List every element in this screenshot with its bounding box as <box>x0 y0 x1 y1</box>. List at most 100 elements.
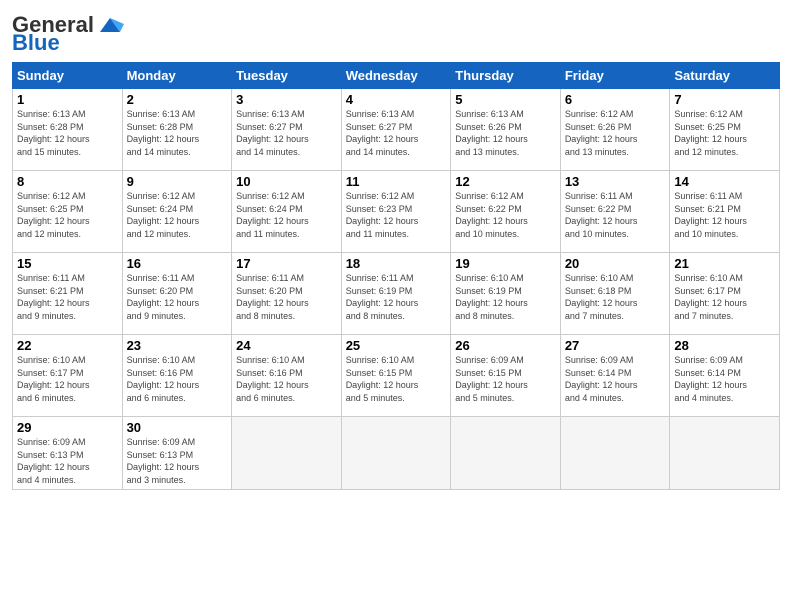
day-info: Sunrise: 6:09 AM Sunset: 6:14 PM Dayligh… <box>674 354 775 404</box>
calendar-cell: 1Sunrise: 6:13 AM Sunset: 6:28 PM Daylig… <box>13 89 123 171</box>
calendar-cell: 7Sunrise: 6:12 AM Sunset: 6:25 PM Daylig… <box>670 89 780 171</box>
day-header-saturday: Saturday <box>670 63 780 89</box>
day-number: 16 <box>127 256 228 271</box>
day-number: 25 <box>346 338 447 353</box>
calendar-cell: 8Sunrise: 6:12 AM Sunset: 6:25 PM Daylig… <box>13 171 123 253</box>
day-header-tuesday: Tuesday <box>232 63 342 89</box>
day-info: Sunrise: 6:09 AM Sunset: 6:13 PM Dayligh… <box>127 436 228 486</box>
day-info: Sunrise: 6:12 AM Sunset: 6:26 PM Dayligh… <box>565 108 666 158</box>
day-number: 1 <box>17 92 118 107</box>
calendar-cell: 29Sunrise: 6:09 AM Sunset: 6:13 PM Dayli… <box>13 417 123 490</box>
day-info: Sunrise: 6:11 AM Sunset: 6:20 PM Dayligh… <box>127 272 228 322</box>
logo-text-blue: Blue <box>12 32 60 54</box>
day-info: Sunrise: 6:10 AM Sunset: 6:17 PM Dayligh… <box>674 272 775 322</box>
calendar-cell <box>560 417 670 490</box>
calendar-cell: 12Sunrise: 6:12 AM Sunset: 6:22 PM Dayli… <box>451 171 561 253</box>
day-info: Sunrise: 6:12 AM Sunset: 6:23 PM Dayligh… <box>346 190 447 240</box>
day-info: Sunrise: 6:13 AM Sunset: 6:27 PM Dayligh… <box>236 108 337 158</box>
calendar-cell: 24Sunrise: 6:10 AM Sunset: 6:16 PM Dayli… <box>232 335 342 417</box>
day-number: 27 <box>565 338 666 353</box>
calendar-cell: 14Sunrise: 6:11 AM Sunset: 6:21 PM Dayli… <box>670 171 780 253</box>
calendar-cell: 20Sunrise: 6:10 AM Sunset: 6:18 PM Dayli… <box>560 253 670 335</box>
day-info: Sunrise: 6:11 AM Sunset: 6:20 PM Dayligh… <box>236 272 337 322</box>
calendar-cell: 23Sunrise: 6:10 AM Sunset: 6:16 PM Dayli… <box>122 335 232 417</box>
calendar-cell: 19Sunrise: 6:10 AM Sunset: 6:19 PM Dayli… <box>451 253 561 335</box>
day-info: Sunrise: 6:12 AM Sunset: 6:25 PM Dayligh… <box>17 190 118 240</box>
day-number: 9 <box>127 174 228 189</box>
day-header-thursday: Thursday <box>451 63 561 89</box>
day-number: 15 <box>17 256 118 271</box>
day-header-wednesday: Wednesday <box>341 63 451 89</box>
day-number: 30 <box>127 420 228 435</box>
day-header-sunday: Sunday <box>13 63 123 89</box>
calendar-cell <box>451 417 561 490</box>
day-info: Sunrise: 6:12 AM Sunset: 6:24 PM Dayligh… <box>127 190 228 240</box>
calendar-cell: 22Sunrise: 6:10 AM Sunset: 6:17 PM Dayli… <box>13 335 123 417</box>
calendar-week-3: 15Sunrise: 6:11 AM Sunset: 6:21 PM Dayli… <box>13 253 780 335</box>
day-info: Sunrise: 6:09 AM Sunset: 6:15 PM Dayligh… <box>455 354 556 404</box>
calendar-cell: 9Sunrise: 6:12 AM Sunset: 6:24 PM Daylig… <box>122 171 232 253</box>
calendar-cell: 21Sunrise: 6:10 AM Sunset: 6:17 PM Dayli… <box>670 253 780 335</box>
calendar-week-5: 29Sunrise: 6:09 AM Sunset: 6:13 PM Dayli… <box>13 417 780 490</box>
day-number: 13 <box>565 174 666 189</box>
day-number: 12 <box>455 174 556 189</box>
calendar-cell: 18Sunrise: 6:11 AM Sunset: 6:19 PM Dayli… <box>341 253 451 335</box>
day-info: Sunrise: 6:12 AM Sunset: 6:25 PM Dayligh… <box>674 108 775 158</box>
day-header-monday: Monday <box>122 63 232 89</box>
calendar-cell: 2Sunrise: 6:13 AM Sunset: 6:28 PM Daylig… <box>122 89 232 171</box>
day-info: Sunrise: 6:10 AM Sunset: 6:15 PM Dayligh… <box>346 354 447 404</box>
day-number: 8 <box>17 174 118 189</box>
day-number: 21 <box>674 256 775 271</box>
day-info: Sunrise: 6:13 AM Sunset: 6:27 PM Dayligh… <box>346 108 447 158</box>
day-info: Sunrise: 6:11 AM Sunset: 6:21 PM Dayligh… <box>674 190 775 240</box>
calendar-cell: 10Sunrise: 6:12 AM Sunset: 6:24 PM Dayli… <box>232 171 342 253</box>
day-header-friday: Friday <box>560 63 670 89</box>
calendar-cell: 11Sunrise: 6:12 AM Sunset: 6:23 PM Dayli… <box>341 171 451 253</box>
calendar-cell: 6Sunrise: 6:12 AM Sunset: 6:26 PM Daylig… <box>560 89 670 171</box>
calendar-cell <box>232 417 342 490</box>
day-number: 7 <box>674 92 775 107</box>
logo-icon <box>96 14 124 36</box>
day-number: 23 <box>127 338 228 353</box>
calendar-week-2: 8Sunrise: 6:12 AM Sunset: 6:25 PM Daylig… <box>13 171 780 253</box>
day-number: 11 <box>346 174 447 189</box>
day-number: 20 <box>565 256 666 271</box>
day-info: Sunrise: 6:13 AM Sunset: 6:28 PM Dayligh… <box>17 108 118 158</box>
calendar-cell: 16Sunrise: 6:11 AM Sunset: 6:20 PM Dayli… <box>122 253 232 335</box>
day-number: 10 <box>236 174 337 189</box>
day-number: 26 <box>455 338 556 353</box>
calendar-cell: 28Sunrise: 6:09 AM Sunset: 6:14 PM Dayli… <box>670 335 780 417</box>
calendar-week-4: 22Sunrise: 6:10 AM Sunset: 6:17 PM Dayli… <box>13 335 780 417</box>
calendar-cell: 25Sunrise: 6:10 AM Sunset: 6:15 PM Dayli… <box>341 335 451 417</box>
day-number: 28 <box>674 338 775 353</box>
day-number: 14 <box>674 174 775 189</box>
day-info: Sunrise: 6:10 AM Sunset: 6:19 PM Dayligh… <box>455 272 556 322</box>
calendar-cell: 3Sunrise: 6:13 AM Sunset: 6:27 PM Daylig… <box>232 89 342 171</box>
day-info: Sunrise: 6:11 AM Sunset: 6:19 PM Dayligh… <box>346 272 447 322</box>
day-info: Sunrise: 6:12 AM Sunset: 6:24 PM Dayligh… <box>236 190 337 240</box>
logo: General Blue <box>12 14 124 54</box>
day-info: Sunrise: 6:09 AM Sunset: 6:13 PM Dayligh… <box>17 436 118 486</box>
day-number: 17 <box>236 256 337 271</box>
day-number: 19 <box>455 256 556 271</box>
calendar-cell: 30Sunrise: 6:09 AM Sunset: 6:13 PM Dayli… <box>122 417 232 490</box>
header: General Blue <box>12 10 780 54</box>
page-container: General Blue SundayMondayTuesdayWednesda… <box>0 0 792 500</box>
day-info: Sunrise: 6:12 AM Sunset: 6:22 PM Dayligh… <box>455 190 556 240</box>
calendar-cell <box>670 417 780 490</box>
calendar-cell: 27Sunrise: 6:09 AM Sunset: 6:14 PM Dayli… <box>560 335 670 417</box>
day-info: Sunrise: 6:13 AM Sunset: 6:28 PM Dayligh… <box>127 108 228 158</box>
day-number: 22 <box>17 338 118 353</box>
calendar-cell: 15Sunrise: 6:11 AM Sunset: 6:21 PM Dayli… <box>13 253 123 335</box>
calendar-cell: 13Sunrise: 6:11 AM Sunset: 6:22 PM Dayli… <box>560 171 670 253</box>
day-number: 6 <box>565 92 666 107</box>
day-info: Sunrise: 6:10 AM Sunset: 6:18 PM Dayligh… <box>565 272 666 322</box>
day-number: 4 <box>346 92 447 107</box>
day-info: Sunrise: 6:13 AM Sunset: 6:26 PM Dayligh… <box>455 108 556 158</box>
day-number: 3 <box>236 92 337 107</box>
calendar-cell: 26Sunrise: 6:09 AM Sunset: 6:15 PM Dayli… <box>451 335 561 417</box>
calendar-cell <box>341 417 451 490</box>
day-info: Sunrise: 6:09 AM Sunset: 6:14 PM Dayligh… <box>565 354 666 404</box>
day-info: Sunrise: 6:11 AM Sunset: 6:22 PM Dayligh… <box>565 190 666 240</box>
day-number: 29 <box>17 420 118 435</box>
